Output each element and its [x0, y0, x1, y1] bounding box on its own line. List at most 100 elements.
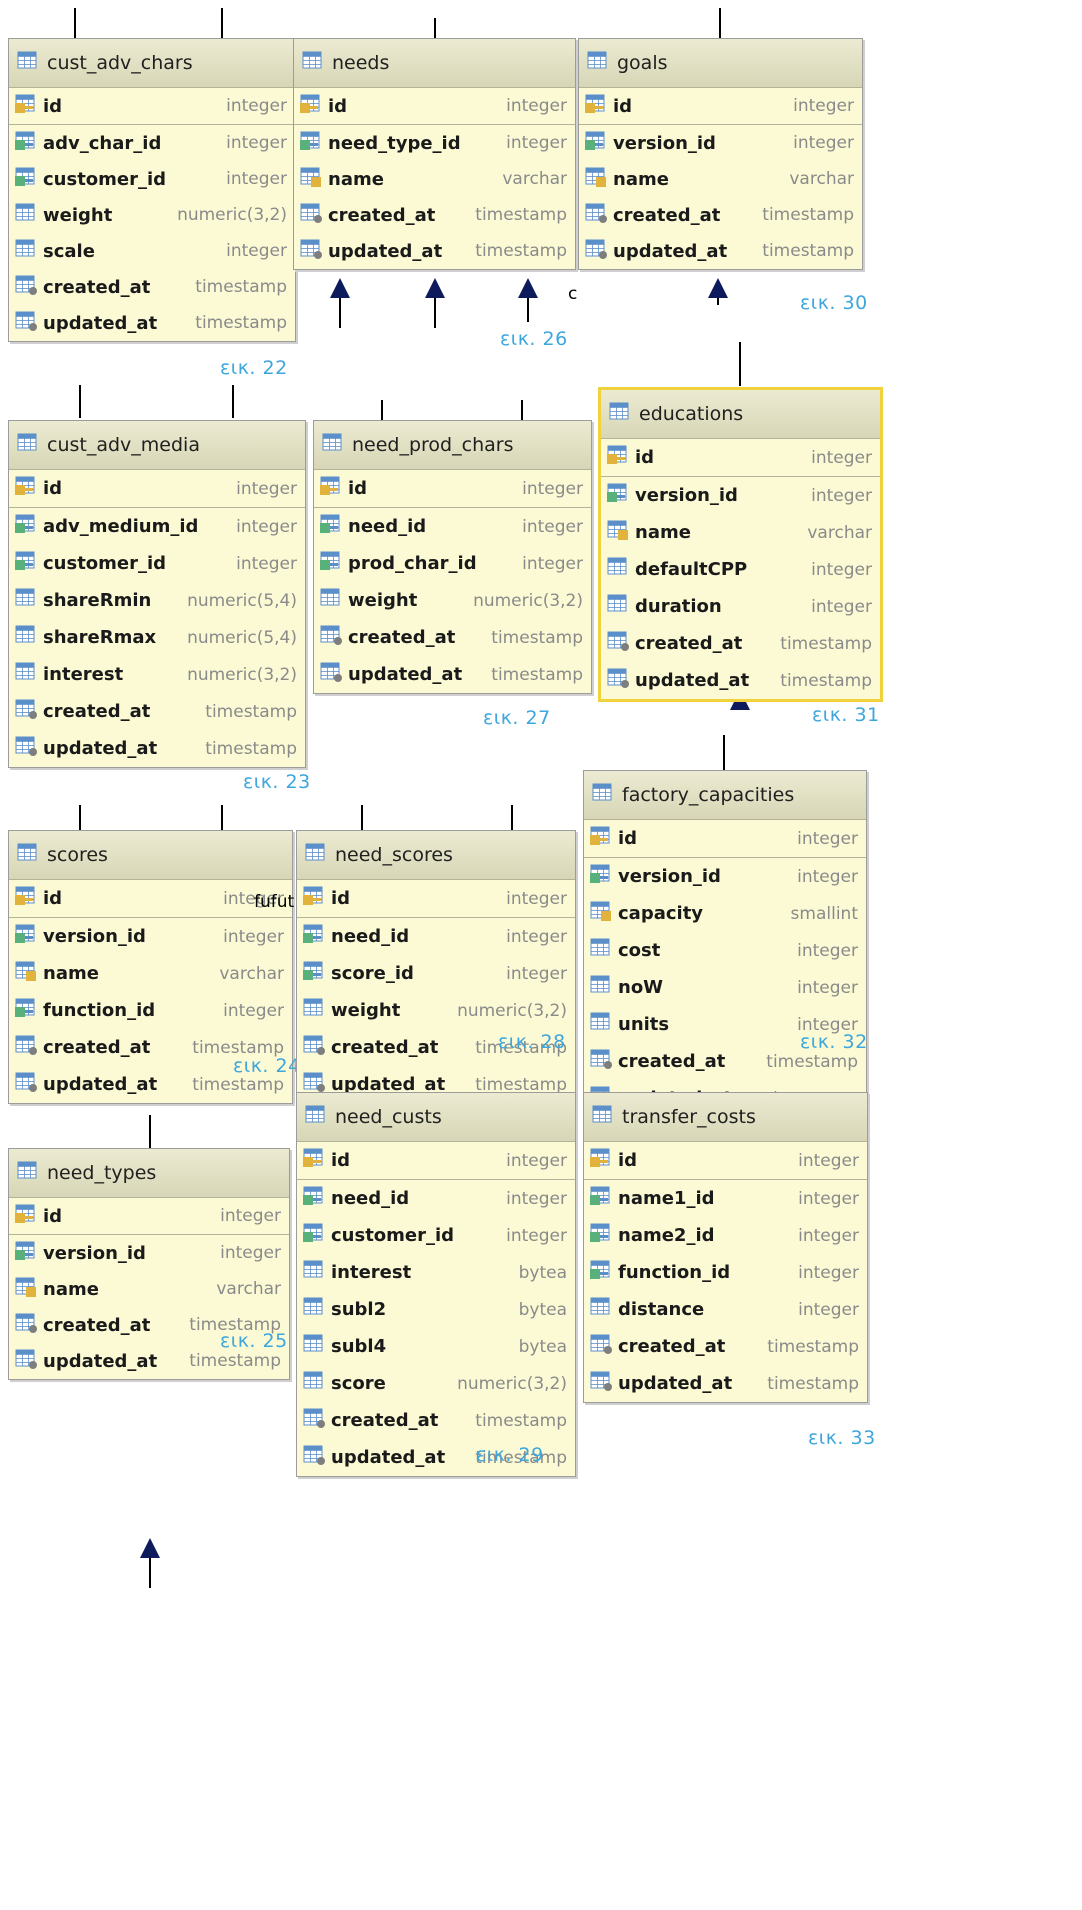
column-icon [15, 624, 39, 651]
column-row[interactable]: created_at timestamp [601, 625, 880, 662]
column-row[interactable]: defaultCPP integer [601, 551, 880, 588]
primary-key-icon [590, 825, 614, 852]
column-row[interactable]: id integer [601, 439, 880, 477]
column-row[interactable]: created_at timestamp [294, 197, 575, 233]
table-header[interactable]: factory_capacities [584, 771, 866, 820]
column-row[interactable]: subl2 bytea [297, 1291, 575, 1328]
column-row[interactable]: need_id integer [297, 918, 575, 955]
column-row[interactable]: name varchar [9, 1271, 289, 1307]
column-row[interactable]: customer_id integer [9, 545, 305, 582]
table-header[interactable]: goals [579, 39, 862, 88]
stray-text: c [568, 284, 578, 304]
table-need_custs[interactable]: need_custs id integer need_id integer custome… [296, 1092, 576, 1477]
column-row[interactable]: created_at timestamp [314, 619, 591, 656]
column-row[interactable]: created_at timestamp [9, 693, 305, 730]
column-row[interactable]: updated_at timestamp [584, 1365, 867, 1402]
timestamp-column-icon [15, 1071, 39, 1098]
table-need_prod_chars[interactable]: need_prod_chars id integer need_id integer pr… [313, 420, 592, 694]
column-name: updated_at [328, 240, 443, 262]
column-row[interactable]: id integer [9, 1198, 289, 1235]
table-header[interactable]: scores [9, 831, 292, 880]
table-educations[interactable]: educations id integer version_id integer name… [598, 387, 883, 702]
column-row[interactable]: adv_medium_id integer [9, 508, 305, 545]
column-row[interactable]: created_at timestamp [297, 1402, 575, 1439]
table-goals[interactable]: goals id integer version_id integer name varch… [578, 38, 863, 270]
column-row[interactable]: version_id integer [9, 918, 292, 955]
column-row[interactable]: updated_at timestamp [314, 656, 591, 693]
column-row[interactable]: version_id integer [579, 125, 862, 161]
column-row[interactable]: name varchar [601, 514, 880, 551]
table-transfer_costs[interactable]: transfer_costs id integer name1_id integer na… [583, 1092, 868, 1403]
column-row[interactable]: shareRmax numeric(5,4) [9, 619, 305, 656]
column-row[interactable]: interest numeric(3,2) [9, 656, 305, 693]
column-row[interactable]: version_id integer [601, 477, 880, 514]
column-row[interactable]: version_id integer [584, 858, 866, 895]
column-row[interactable]: score_id integer [297, 955, 575, 992]
table-header[interactable]: transfer_costs [584, 1093, 867, 1142]
table-header[interactable]: need_scores [297, 831, 575, 880]
column-row[interactable]: created_at timestamp [584, 1328, 867, 1365]
column-row[interactable]: id integer [297, 880, 575, 918]
column-row[interactable]: updated_at timestamp [601, 662, 880, 699]
column-row[interactable]: id integer [297, 1142, 575, 1180]
table-cust_adv_chars[interactable]: cust_adv_chars id integer adv_char_id intege… [8, 38, 296, 342]
column-row[interactable]: name varchar [294, 161, 575, 197]
column-row[interactable]: id integer [9, 88, 295, 125]
column-row[interactable]: updated_at timestamp [294, 233, 575, 269]
column-row[interactable]: id integer [584, 1142, 867, 1180]
column-icon [15, 238, 39, 265]
column-row[interactable]: name varchar [9, 955, 292, 992]
column-row[interactable]: shareRmin numeric(5,4) [9, 582, 305, 619]
column-row[interactable]: updated_at timestamp [9, 305, 295, 341]
column-row[interactable]: score numeric(3,2) [297, 1365, 575, 1402]
table-header[interactable]: need_prod_chars [314, 421, 591, 470]
column-row[interactable]: id integer [314, 470, 591, 508]
column-row[interactable]: customer_id integer [9, 161, 295, 197]
table-header[interactable]: needs [294, 39, 575, 88]
column-row[interactable]: subl4 bytea [297, 1328, 575, 1365]
column-row[interactable]: customer_id integer [297, 1217, 575, 1254]
table-header[interactable]: cust_adv_media [9, 421, 305, 470]
column-row[interactable]: need_id integer [314, 508, 591, 545]
table-header[interactable]: educations [601, 390, 880, 439]
column-row[interactable]: function_id integer [584, 1254, 867, 1291]
column-row[interactable]: updated_at timestamp [9, 730, 305, 767]
table-needs[interactable]: needs id integer need_type_id integer name var… [293, 38, 576, 270]
column-row[interactable]: noW integer [584, 969, 866, 1006]
column-row[interactable]: version_id integer [9, 1235, 289, 1271]
table-need_scores[interactable]: need_scores id integer need_id integer score_… [296, 830, 576, 1104]
column-row[interactable]: created_at timestamp [9, 269, 295, 305]
column-row[interactable]: distance integer [584, 1291, 867, 1328]
column-row[interactable]: need_type_id integer [294, 125, 575, 161]
column-row[interactable]: name1_id integer [584, 1180, 867, 1217]
table-header[interactable]: cust_adv_chars [9, 39, 295, 88]
column-row[interactable]: adv_char_id integer [9, 125, 295, 161]
column-row[interactable]: cost integer [584, 932, 866, 969]
table-cust_adv_media[interactable]: cust_adv_media id integer adv_medium_id inte… [8, 420, 306, 768]
column-row[interactable]: scale integer [9, 233, 295, 269]
column-row[interactable]: id integer [579, 88, 862, 125]
column-row[interactable]: duration integer [601, 588, 880, 625]
column-row[interactable]: prod_char_id integer [314, 545, 591, 582]
column-name: id [43, 888, 63, 909]
column-row[interactable]: created_at timestamp [579, 197, 862, 233]
column-row[interactable]: function_id integer [9, 992, 292, 1029]
column-row[interactable]: id integer [584, 820, 866, 858]
table-header[interactable]: need_types [9, 1149, 289, 1198]
column-row[interactable]: id integer [9, 880, 292, 918]
column-row[interactable]: name2_id integer [584, 1217, 867, 1254]
column-type: numeric(3,2) [187, 664, 297, 685]
column-row[interactable]: weight numeric(3,2) [314, 582, 591, 619]
column-row[interactable]: weight numeric(3,2) [9, 197, 295, 233]
column-row[interactable]: updated_at timestamp [579, 233, 862, 269]
column-row[interactable]: capacity smallint [584, 895, 866, 932]
column-row[interactable]: weight numeric(3,2) [297, 992, 575, 1029]
table-icon [592, 782, 614, 809]
column-row[interactable]: interest bytea [297, 1254, 575, 1291]
table-header[interactable]: need_custs [297, 1093, 575, 1142]
column-row[interactable]: id integer [294, 88, 575, 125]
column-row[interactable]: need_id integer [297, 1180, 575, 1217]
column-row[interactable]: id integer [9, 470, 305, 508]
table-factory_capacities[interactable]: factory_capacities id integer version_id int… [583, 770, 867, 1118]
column-row[interactable]: name varchar [579, 161, 862, 197]
